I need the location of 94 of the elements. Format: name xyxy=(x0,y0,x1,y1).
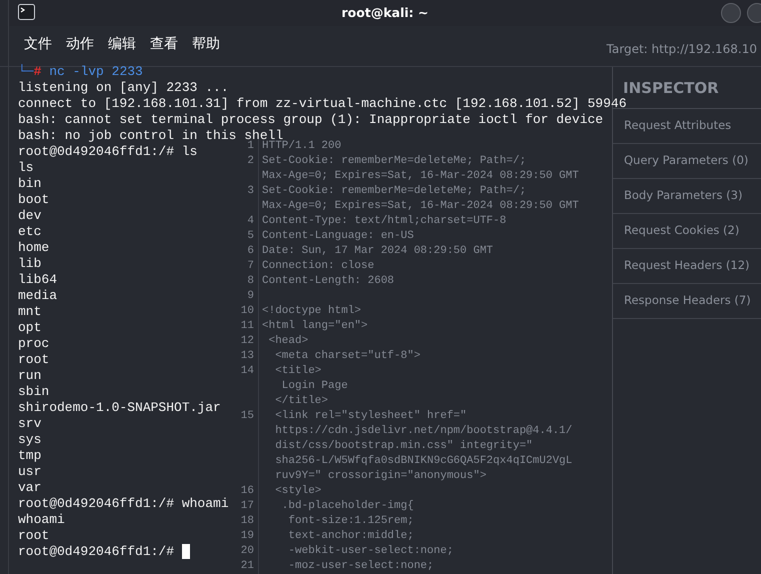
terminal-line: sbin xyxy=(18,384,50,400)
terminal-line: home xyxy=(18,240,50,256)
terminal-line: bash: cannot set terminal process group (1): Inappropriate ioctl for device xyxy=(18,112,604,128)
code-line: HTTP/1.1 200 xyxy=(262,140,342,154)
target-url: Target: http://192.168.10 xyxy=(606,41,757,58)
code-line: Login Page xyxy=(280,379,348,394)
line-number: 3 xyxy=(247,185,254,197)
window-button[interactable] xyxy=(721,3,741,23)
terminal-line: root xyxy=(18,528,50,544)
code-line: -webkit-user-select:none; xyxy=(287,544,454,559)
inspector-section[interactable]: Request Headers (12) xyxy=(613,248,761,284)
line-number: 10 xyxy=(240,305,254,317)
terminal-line: var xyxy=(18,480,42,496)
terminal-line: shirodemo-1.0-SNAPSHOT.jar xyxy=(18,400,221,416)
window-button[interactable] xyxy=(747,3,761,23)
terminal-line: dev xyxy=(18,208,42,224)
code-line: Content-Language: en-US xyxy=(262,229,414,244)
terminal-line: whoami xyxy=(18,512,65,528)
line-number: 2 xyxy=(247,155,254,167)
code-line: Date: Sun, 17 Mar 2024 08:29:50 GMT xyxy=(262,244,494,259)
terminal-line: lib xyxy=(18,256,42,272)
code-line: ruv9Y=" crossorigin="anonymous"> xyxy=(274,469,486,484)
terminal-line: sys xyxy=(18,432,42,448)
menu-item[interactable]: 帮助 xyxy=(192,34,220,54)
line-number: 6 xyxy=(247,245,254,257)
code-line: Set-Cookie: rememberMe=deleteMe; Path=/; xyxy=(262,184,526,199)
code-line: text-anchor:middle; xyxy=(287,529,414,544)
code-line: <link rel="stylesheet" href=" xyxy=(274,409,467,424)
code-line: </title> xyxy=(274,394,328,409)
terminal-line: root@0d492046ffd1:/# ls xyxy=(18,144,198,160)
line-number: 15 xyxy=(240,410,254,422)
code-line: Max-Age=0; Expires=Sat, 16-Mar-2024 08:29:50 GMT xyxy=(262,169,579,184)
terminal-line: opt xyxy=(18,320,42,336)
code-line: sha256-L/W5Wfqfa0sdBNIKN9cG6QA5F2qx4qICmU2VgL xyxy=(274,454,572,469)
terminal-line: ls xyxy=(18,160,34,176)
code-line: -moz-user-select:none; xyxy=(287,559,434,574)
line-number: 16 xyxy=(240,485,254,497)
line-number: 9 xyxy=(247,290,254,302)
terminal-icon xyxy=(18,4,35,20)
line-number: 14 xyxy=(240,365,254,377)
window-title: root@kali: ~ xyxy=(342,4,428,22)
terminal-line: etc xyxy=(18,224,42,240)
code-line: <title> xyxy=(274,364,322,379)
line-number: 4 xyxy=(247,215,254,227)
code-line: <style> xyxy=(274,484,322,499)
code-line: <head> xyxy=(268,334,308,349)
code-line: Content-Length: 2608 xyxy=(262,274,394,289)
terminal-line: └─# nc -lvp 2233 xyxy=(18,64,143,80)
menu-item[interactable]: 动作 xyxy=(66,34,94,54)
line-number: 11 xyxy=(240,320,254,332)
line-number: 7 xyxy=(247,260,254,272)
menu-item[interactable]: 文件 xyxy=(24,34,52,54)
code-line: font-size:1.125rem; xyxy=(287,514,414,529)
line-number: 5 xyxy=(247,230,254,242)
line-number: 19 xyxy=(240,530,254,542)
terminal-line: mnt xyxy=(18,304,42,320)
terminal-line: srv xyxy=(18,416,42,432)
line-number: 17 xyxy=(240,500,254,512)
code-line: <meta charset="utf-8"> xyxy=(274,349,420,364)
terminal-line: boot xyxy=(18,192,50,208)
terminal-line: usr xyxy=(18,464,42,480)
inspector-section[interactable]: Request Attributes xyxy=(613,108,761,144)
code-line: Content-Type: text/html;charset=UTF-8 xyxy=(262,214,506,229)
code-line: Set-Cookie: rememberMe=deleteMe; Path=/; xyxy=(262,154,526,169)
terminal-line: proc xyxy=(18,336,50,352)
line-number: 1 xyxy=(247,140,254,152)
inspector-section[interactable]: Body Parameters (3) xyxy=(613,178,761,214)
line-number: 21 xyxy=(240,560,254,572)
terminal-line: bin xyxy=(18,176,42,192)
line-number: 8 xyxy=(247,275,254,287)
terminal-line: run xyxy=(18,368,42,384)
inspector-section[interactable]: Response Headers (7) xyxy=(613,284,761,318)
inspector-section[interactable]: Query Parameters (0) xyxy=(613,144,761,178)
line-number: 18 xyxy=(240,515,254,527)
code-line: Connection: close xyxy=(262,259,374,274)
code-line: <!doctype html> xyxy=(262,304,362,319)
code-line: .bd-placeholder-img{ xyxy=(280,499,414,514)
code-line: Max-Age=0; Expires=Sat, 16-Mar-2024 08:29:50 GMT xyxy=(262,199,579,214)
terminal-line: lib64 xyxy=(18,272,58,288)
terminal-line: root xyxy=(18,352,50,368)
line-number: 20 xyxy=(240,545,254,557)
terminal-line: tmp xyxy=(18,448,42,464)
code-line: dist/css/bootstrap.min.css" integrity=" xyxy=(274,439,533,454)
terminal-line: media xyxy=(18,288,58,304)
line-number: 13 xyxy=(240,350,254,362)
code-line: https://cdn.jsdelivr.net/npm/bootstrap@4.4.1/ xyxy=(274,424,572,439)
terminal-line: root@0d492046ffd1:/# whoami xyxy=(18,496,229,512)
menu-item[interactable]: 查看 xyxy=(150,34,178,54)
code-line: <html lang="en"> xyxy=(262,319,368,334)
terminal-line: listening on [any] 2233 ... xyxy=(18,80,229,96)
terminal-line: root@0d492046ffd1:/# xyxy=(18,544,174,560)
line-number: 12 xyxy=(240,335,254,347)
inspector-section[interactable]: Request Cookies (2) xyxy=(613,214,761,248)
menu-item[interactable]: 编辑 xyxy=(108,34,136,54)
